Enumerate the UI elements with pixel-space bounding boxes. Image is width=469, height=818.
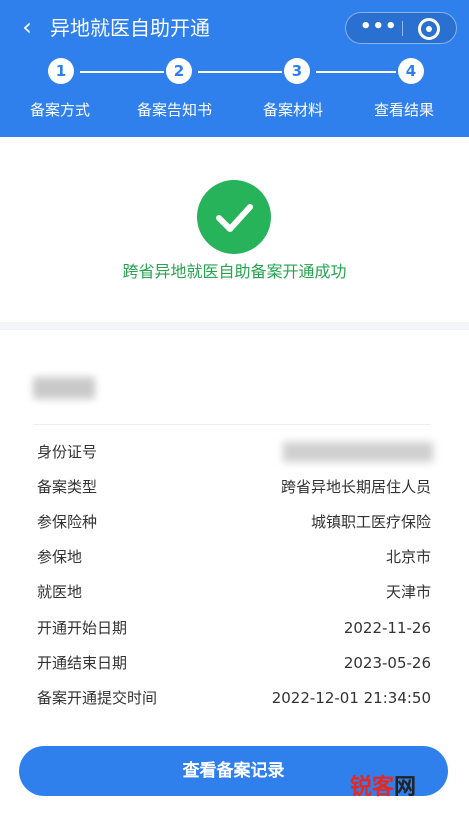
step-1-badge: 1 xyxy=(48,58,74,84)
step-4-badge: 4 xyxy=(398,58,424,84)
success-card: 跨省异地就医自助备案开通成功 xyxy=(0,137,469,322)
step-3-label: 备案材料 xyxy=(263,101,324,119)
applicant-name-redacted xyxy=(33,377,95,399)
record-type-value: 跨省异地长期居住人员 xyxy=(280,478,431,496)
insured-place-label: 参保地 xyxy=(37,548,83,566)
id-number-redacted xyxy=(283,442,433,462)
success-message: 跨省异地就医自助备案开通成功 xyxy=(122,262,347,281)
submit-time-label: 备案开通提交时间 xyxy=(37,689,158,707)
id-number-label: 身份证号 xyxy=(37,443,98,461)
page-title: 异地就医自助开通 xyxy=(50,16,210,40)
record-type-label: 备案类型 xyxy=(37,478,98,496)
check-circle-icon xyxy=(197,180,271,254)
site-watermark: 锐客网 xyxy=(350,775,416,801)
watermark-part1: 锐客 xyxy=(350,775,395,800)
app-header: ‹ 异地就医自助开通 ••• 1 2 3 4 备案方式 备案告知书 备案材料 查… xyxy=(0,0,469,137)
submit-time-value: 2022-12-01 21:34:50 xyxy=(271,689,431,707)
insurance-type-value: 城镇职工医疗保险 xyxy=(310,513,431,531)
record-details-card: 身份证号 备案类型 跨省异地长期居住人员 参保险种 城镇职工医疗保险 参保地 北… xyxy=(0,330,469,818)
step-1-label: 备案方式 xyxy=(30,101,91,119)
start-date-label: 开通开始日期 xyxy=(37,619,128,637)
insured-place-value: 北京市 xyxy=(385,548,431,566)
ellipsis-icon[interactable]: ••• xyxy=(360,13,397,43)
end-date-value: 2023-05-26 xyxy=(343,654,431,672)
mini-program-capsule: ••• xyxy=(345,12,457,44)
end-date-label: 开通结束日期 xyxy=(37,654,128,672)
step-connector xyxy=(316,71,396,73)
start-date-value: 2022-11-26 xyxy=(343,619,431,637)
step-4-label: 查看结果 xyxy=(374,101,435,119)
insurance-type-label: 参保险种 xyxy=(37,513,98,531)
step-2-label: 备案告知书 xyxy=(137,101,213,119)
step-connector xyxy=(198,71,282,73)
step-3-badge: 3 xyxy=(284,58,310,84)
treatment-place-label: 就医地 xyxy=(37,583,83,601)
step-2-badge: 2 xyxy=(166,58,192,84)
chevron-left-icon[interactable]: ‹ xyxy=(14,12,40,42)
target-icon[interactable] xyxy=(418,18,440,40)
step-connector xyxy=(80,71,164,73)
capsule-divider xyxy=(402,21,403,36)
treatment-place-value: 天津市 xyxy=(385,583,431,601)
watermark-part2: 网 xyxy=(394,775,417,800)
divider xyxy=(33,424,431,425)
navigation-bar: ‹ 异地就医自助开通 ••• xyxy=(0,0,469,56)
